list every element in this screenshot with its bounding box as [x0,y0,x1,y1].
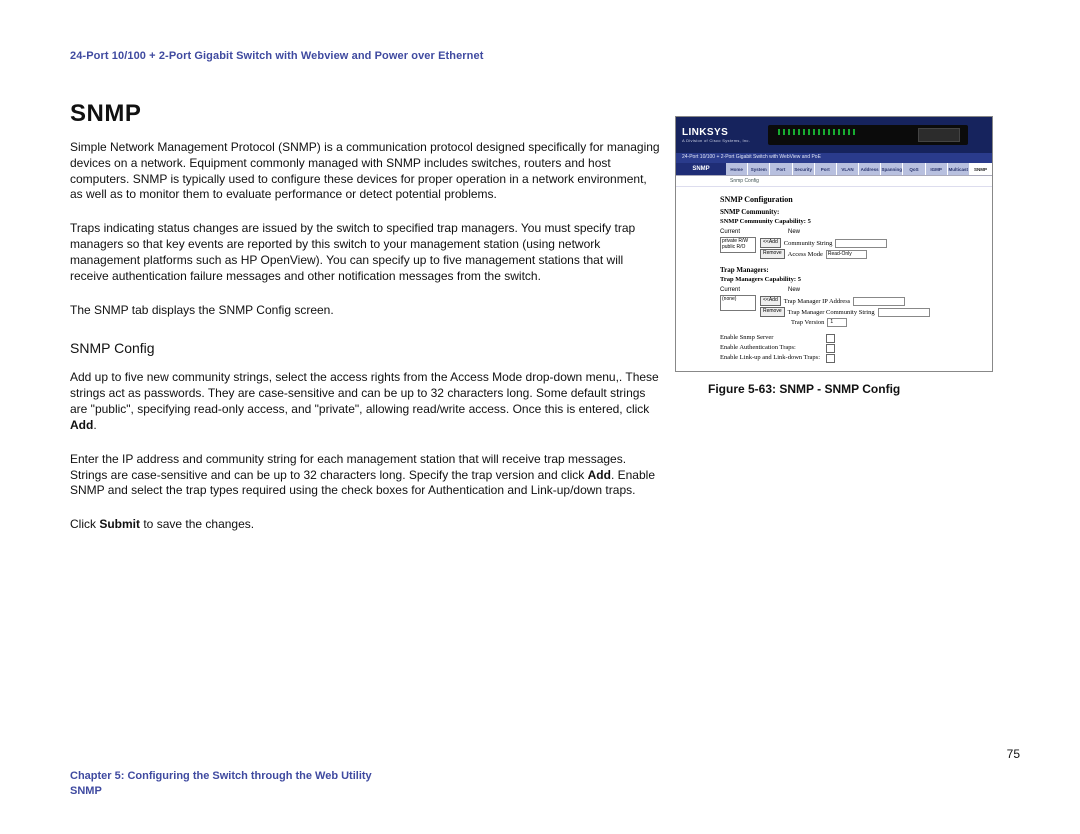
col-new: New [788,229,800,235]
tab-port2[interactable]: Port [815,163,837,175]
trap-add-button[interactable]: <<Add [760,296,781,306]
tab-snmp[interactable]: SNMP [970,163,992,175]
checkbox-enable-snmp[interactable] [826,334,835,343]
text: Enter the IP address and community strin… [70,452,626,482]
heading-snmp: SNMP [70,100,660,128]
device-name-bar: 24-Port 10/100 + 2-Port Gigabit Switch w… [676,153,992,163]
label-tm-cs: Trap Manager Community String [788,309,875,316]
remove-button[interactable]: Remove [760,249,785,259]
label-enable-link: Enable Link-up and Link-down Traps: [720,354,820,363]
para-tab: The SNMP tab displays the SNMP Config sc… [70,303,660,319]
heading-snmp-config: SNMP Config [70,340,660,356]
product-header: 24-Port 10/100 + 2-Port Gigabit Switch w… [70,50,1010,62]
label-accessmode: Access Mode [788,251,823,258]
tab-vlan[interactable]: VLAN [837,163,859,175]
community-string-input[interactable] [835,239,887,248]
label-tm-ver: Trap Version [791,319,824,326]
para-submit: Click Submit to save the changes. [70,517,660,533]
page-number: 75 [1007,747,1020,761]
fig-subhead-trap: Trap Managers: [720,266,984,274]
para-intro: Simple Network Management Protocol (SNMP… [70,140,660,203]
fig-subhead-community: SNMP Community: [720,208,984,216]
fig-community-cap: SNMP Community Capability: 5 [720,218,984,225]
main-text-column: SNMP Simple Network Management Protocol … [70,100,660,551]
tab-igmp[interactable]: IGMP [926,163,948,175]
tab-multicast[interactable]: Multicast [948,163,970,175]
section-line: SNMP [70,784,1020,798]
chapter-line: Chapter 5: Configuring the Switch throug… [70,769,1020,783]
linksys-logo: LINKSYS [682,128,750,138]
trap-remove-button[interactable]: Remove [760,307,785,317]
nav-tabs: SNMP Home System Port Security Port VLAN… [676,163,992,176]
col-new-2: New [788,287,800,293]
bold-submit: Submit [99,517,140,531]
list-item[interactable]: (none) [722,296,754,302]
fig-heading: SNMP Configuration [720,195,984,204]
tab-port[interactable]: Port [770,163,792,175]
subnav-link[interactable]: Snmp Config [676,176,992,187]
label-enable-snmp: Enable Snmp Server [720,334,820,343]
trap-listbox[interactable]: (none) [720,295,756,311]
access-mode-select[interactable]: Read-Only [826,250,867,259]
linksys-subtitle: A Division of Cisco Systems, Inc. [682,138,750,143]
text: . [93,418,96,432]
figure-caption: Figure 5-63: SNMP - SNMP Config [674,382,900,396]
checkbox-enable-auth[interactable] [826,344,835,353]
tab-qos[interactable]: QoS [903,163,925,175]
list-item[interactable]: public R/O [722,244,754,250]
trap-commstr-input[interactable] [878,308,930,317]
label-enable-auth: Enable Authentication Traps: [720,344,820,353]
page-footer: 75 Chapter 5: Configuring the Switch thr… [70,769,1020,798]
tab-address[interactable]: Address [859,163,881,175]
checkbox-enable-link[interactable] [826,354,835,363]
add-button[interactable]: <<Add [760,238,781,248]
label-tm-ip: Trap Manager IP Address [784,298,851,305]
tab-system[interactable]: System [748,163,770,175]
text: to save the changes. [140,517,254,531]
device-illustration [768,125,968,145]
tab-home[interactable]: Home [726,163,748,175]
para-traps: Traps indicating status changes are issu… [70,221,660,284]
col-current: Current [720,229,740,235]
trap-ip-input[interactable] [853,297,905,306]
fig-trap-cap: Trap Managers Capability: 5 [720,276,984,283]
para-community: Add up to five new community strings, se… [70,370,660,433]
col-current-2: Current [720,287,740,293]
nav-section-label: SNMP [676,163,726,175]
text: Click [70,517,99,531]
label-commstr: Community String [784,240,833,247]
tab-security[interactable]: Security [793,163,815,175]
trap-version-select[interactable]: 1 [827,318,847,327]
bold-add-2: Add [588,468,611,482]
bold-add-1: Add [70,418,93,432]
figure-snmp-config: LINKSYS A Division of Cisco Systems, Inc… [675,116,993,372]
tab-spanning[interactable]: Spanning [881,163,903,175]
community-listbox[interactable]: private R/W public R/O [720,237,756,253]
text: Add up to five new community strings, se… [70,370,659,416]
para-trapmgr: Enter the IP address and community strin… [70,452,660,499]
